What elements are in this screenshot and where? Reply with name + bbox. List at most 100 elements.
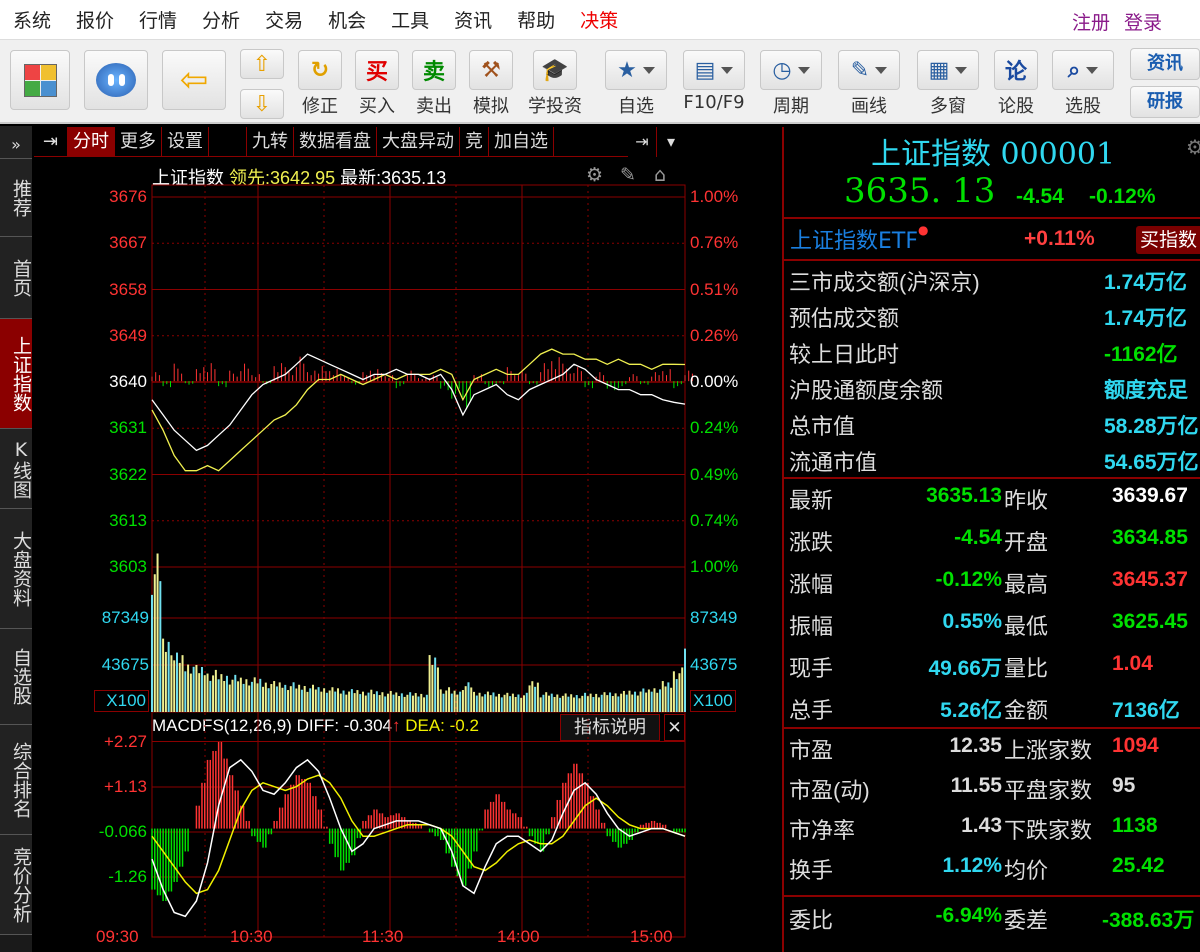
- toolbar-label: 多窗: [930, 96, 966, 117]
- macd-tick-label: -0.066: [98, 822, 147, 841]
- brush-icon[interactable]: ✎: [620, 164, 636, 186]
- market-stat-value: 额度充足: [1104, 379, 1188, 402]
- intraday-chart: ⇥ 分时 更多 设置 九转 数据看盘 大盘异动竞加自选 ⇥ ▾ 上证指数 领先:3642.9…: [0, 0, 780, 952]
- macd-dea: DEA: -0.2: [405, 716, 479, 735]
- pct-tick-label: 0.74%: [690, 510, 739, 530]
- pct-tick-label: 0.51%: [690, 279, 739, 299]
- stat-value: 25.42: [1112, 854, 1165, 877]
- toolbar-label: 画线: [851, 96, 887, 117]
- toolbar-pencil-button[interactable]: ✎ 画线: [838, 50, 900, 118]
- toolbox-icon[interactable]: ⌂: [654, 164, 666, 186]
- plot-frame: [151, 184, 686, 938]
- chevron-down-icon[interactable]: [797, 66, 810, 74]
- news-button[interactable]: 资讯: [1130, 48, 1200, 80]
- dot-icon: ●: [918, 223, 929, 237]
- order-diff-value: -388.63万: [1102, 909, 1195, 932]
- pct-tick-label: 1.00%: [690, 187, 739, 206]
- price-tick-label: 3631: [109, 418, 147, 438]
- market-stat-label: 较上日此时: [789, 342, 900, 367]
- macd-diff: DIFF: -0.304: [296, 716, 392, 735]
- close-icon[interactable]: ✕: [664, 714, 685, 741]
- arrow-up-icon: ↑: [391, 716, 401, 735]
- stat-value: 1.04: [1112, 652, 1153, 675]
- register-link[interactable]: 注册: [1072, 8, 1110, 35]
- pin-icon[interactable]: ⇥: [34, 127, 68, 157]
- toolbar-label: 论股: [998, 96, 1034, 117]
- research-button[interactable]: 研报: [1130, 86, 1200, 118]
- toolbar-stock-picker-button[interactable]: ⌕ 选股: [1052, 50, 1114, 118]
- stat-value: 7136亿: [1112, 699, 1180, 722]
- pct-tick-label: 0.00%: [690, 372, 739, 391]
- login-link[interactable]: 登录: [1124, 8, 1162, 35]
- gear-icon[interactable]: ⚙: [586, 164, 603, 186]
- stat-value: 11.55: [950, 774, 1002, 797]
- stat-value: 1.43: [961, 814, 1002, 837]
- tab[interactable]: 加自选: [489, 127, 554, 157]
- stat-value: 3645.37: [1112, 568, 1188, 591]
- chart-tab-bar: ⇥ 分时 更多 设置 九转 数据看盘 大盘异动竞加自选: [34, 127, 685, 157]
- stat-value: 1138: [1112, 814, 1158, 837]
- indicator-explain-button[interactable]: 指标说明: [560, 714, 660, 741]
- stat-label: 现手: [789, 656, 834, 681]
- pct-tick-label: 0.76%: [690, 233, 739, 253]
- toolbar-multi-window-button[interactable]: ▦ 多窗: [917, 50, 979, 118]
- tab[interactable]: 设置: [162, 127, 209, 157]
- price-tick-label: 3613: [109, 510, 147, 530]
- buy-index-button[interactable]: 买指数: [1136, 226, 1200, 254]
- diff-line: [151, 758, 686, 918]
- macd-tick-label: +2.27: [103, 732, 147, 751]
- collapse-icon[interactable]: ⇥: [628, 127, 657, 157]
- stat-label: 振幅: [789, 614, 834, 639]
- chevron-down-icon[interactable]: [875, 66, 888, 74]
- quote-change: -4.54: [1016, 185, 1064, 208]
- toolbar-forum-button[interactable]: 论论股: [994, 50, 1038, 118]
- etf-link[interactable]: 上证指数ETF●: [790, 223, 928, 255]
- stat-value: 3625.45: [1112, 610, 1188, 633]
- stat-label: 换手: [789, 858, 834, 883]
- stat-value: 49.66万: [928, 657, 1002, 680]
- order-ratio-value: -6.94%: [935, 904, 1002, 927]
- price-line: [151, 353, 686, 452]
- tab[interactable]: 更多: [115, 127, 162, 157]
- time-tick-label: 11:30: [362, 927, 404, 946]
- chart-header: 上证指数 领先:3642.95 最新:3635.13: [152, 164, 446, 190]
- market-stat-value: 58.28万亿: [1104, 415, 1199, 438]
- tab[interactable]: [209, 127, 247, 157]
- etf-name: 上证指数ETF: [790, 229, 918, 254]
- time-tick-label: 09:30: [96, 927, 139, 946]
- chevron-down-icon[interactable]: [955, 66, 968, 74]
- stat-value: 5.26亿: [940, 699, 1002, 722]
- market-stat-value: 54.65万亿: [1104, 451, 1199, 474]
- index-name: 上证指数: [152, 168, 224, 188]
- pct-tick-label: 0.49%: [690, 464, 739, 484]
- stat-label: 市盈(动): [789, 778, 870, 803]
- gear-icon[interactable]: ⚙: [1186, 135, 1200, 159]
- stat-value: 1.12%: [942, 854, 1002, 877]
- stat-value: 3639.67: [1112, 484, 1188, 507]
- tab[interactable]: 分时: [68, 127, 115, 157]
- dea-line: [151, 774, 686, 895]
- stat-label: 昨收: [1004, 488, 1049, 513]
- price-tick-label: 3649: [109, 325, 147, 345]
- chevron-down-icon[interactable]: [1086, 66, 1099, 74]
- volume-tick-label: 87349: [690, 608, 738, 627]
- stat-value: 3634.85: [1112, 526, 1188, 549]
- account-links: 注册 登录: [1072, 8, 1162, 35]
- tab[interactable]: 竞: [460, 127, 489, 157]
- stat-label: 最高: [1004, 572, 1049, 597]
- price-tick-label: 3603: [109, 557, 147, 576]
- chevron-down-icon[interactable]: ▾: [657, 127, 685, 157]
- stat-value: 3635.13: [926, 484, 1002, 507]
- macd-header: MACDFS(12,26,9) DIFF: -0.304↑ DEA: -0.2 …: [152, 714, 685, 742]
- time-tick-label: 15:00: [630, 927, 673, 946]
- market-stat-label: 流通市值: [789, 450, 878, 475]
- latest-label: 最新:: [340, 168, 382, 188]
- price-tick-label: 3676: [109, 187, 147, 206]
- volume-tick-label: X100: [690, 690, 736, 712]
- toolbar-label: 选股: [1065, 96, 1101, 117]
- tab[interactable]: 数据看盘: [294, 127, 377, 157]
- order-diff-label: 委差: [1004, 908, 1049, 933]
- tab[interactable]: 大盘异动: [377, 127, 460, 157]
- stat-label: 开盘: [1004, 530, 1049, 555]
- tab[interactable]: 九转: [247, 127, 294, 157]
